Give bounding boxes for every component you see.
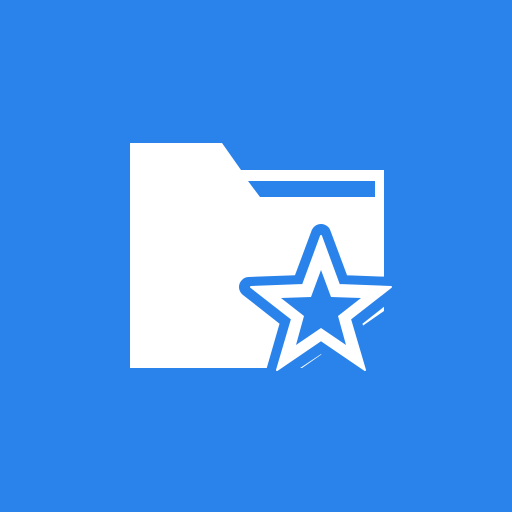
starred-folder-icon <box>0 0 512 512</box>
folder-tab-slot <box>248 181 375 197</box>
app-tile <box>0 0 512 512</box>
